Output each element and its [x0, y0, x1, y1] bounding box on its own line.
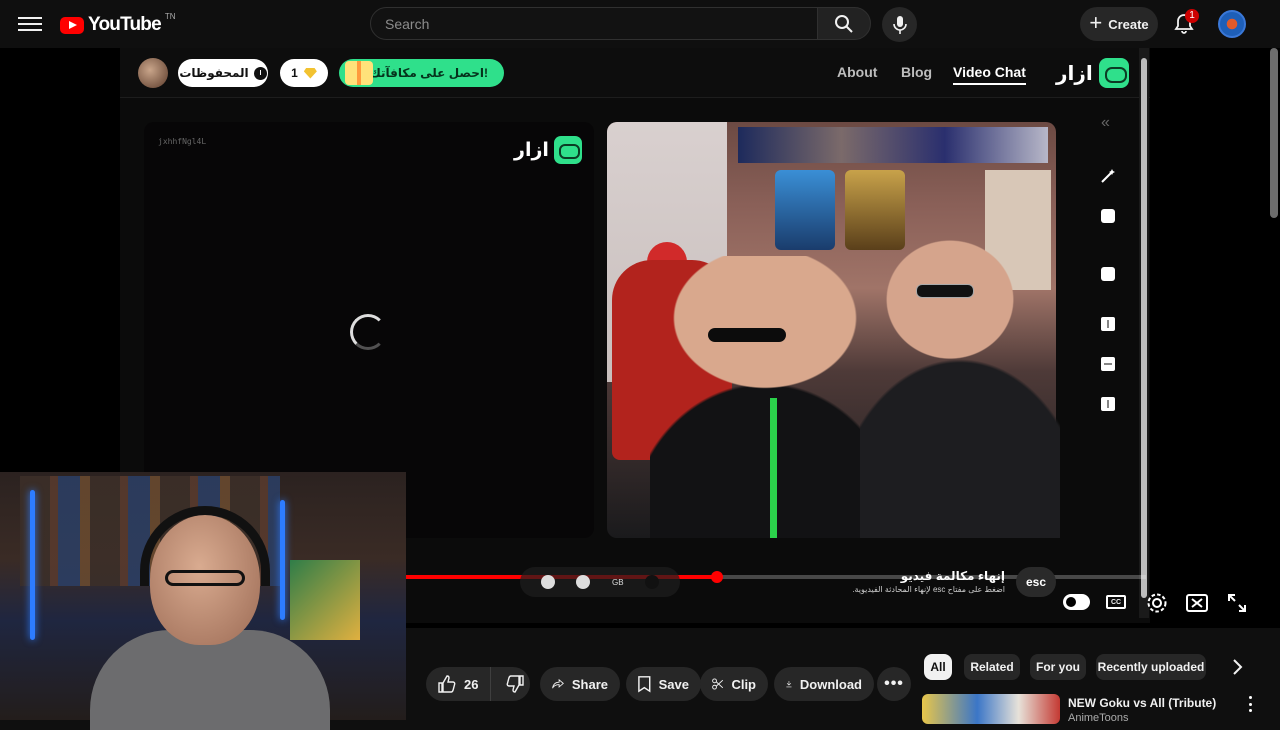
neon-light: [30, 490, 35, 640]
sunglasses: [916, 284, 974, 298]
clip-label: Clip: [731, 676, 756, 692]
scarves-banner: [738, 127, 1048, 163]
gem-icon: [303, 67, 317, 79]
face-filter-icon[interactable]: [1098, 206, 1118, 226]
more-horizontal-icon: •••: [884, 675, 904, 692]
search-input[interactable]: Search: [370, 7, 818, 40]
call-floating-bar: GB: [520, 567, 680, 597]
autoplay-toggle[interactable]: [1063, 594, 1090, 610]
miniplayer-icon[interactable]: [1186, 594, 1208, 612]
nav-about[interactable]: About: [837, 64, 877, 80]
azar-logo-icon: [1098, 58, 1129, 88]
stacked-view-icon[interactable]: [1098, 354, 1118, 374]
clip-button[interactable]: Clip: [700, 667, 768, 701]
streamer-body: [90, 630, 330, 730]
microphone-icon: [892, 15, 907, 34]
nav-blog[interactable]: Blog: [901, 64, 932, 80]
recommendation-menu-icon[interactable]: [1244, 696, 1256, 712]
download-label: Download: [799, 676, 862, 692]
split-view-icon[interactable]: [1098, 314, 1118, 334]
more-actions-button[interactable]: •••: [877, 667, 911, 701]
webcam-poster: [290, 560, 360, 640]
watermark-text: ازار: [514, 139, 549, 161]
account-avatar[interactable]: [1218, 10, 1246, 38]
country-label: GB: [612, 577, 624, 587]
download-button[interactable]: Download: [774, 667, 874, 701]
neon-light: [280, 500, 285, 620]
azar-user-avatar[interactable]: [138, 58, 168, 88]
watermark-icon: [553, 136, 582, 164]
voice-search-button[interactable]: [882, 7, 917, 42]
page-scrollbar[interactable]: [1270, 48, 1278, 218]
chip-recently-uploaded[interactable]: Recently uploaded: [1096, 654, 1206, 680]
video-watermark-logo: ازار: [514, 136, 582, 164]
gems-button[interactable]: 1: [280, 59, 328, 87]
scrubber-handle[interactable]: [711, 571, 723, 583]
chip-related[interactable]: Related: [964, 654, 1020, 680]
settings-gear-icon[interactable]: [1146, 592, 1168, 614]
notification-badge: 1: [1185, 9, 1199, 23]
plus-icon: +: [1089, 10, 1103, 35]
saved-button[interactable]: المحفوظات: [178, 59, 268, 87]
end-call-hint: اضغط على مفتاح esc لإنهاء المحادثة الفيد…: [852, 585, 1005, 594]
bookmark-icon: [638, 676, 651, 693]
rewards-label: احصل على مكافآتك!: [369, 66, 488, 80]
next-icon[interactable]: [645, 575, 660, 589]
chevron-right-icon[interactable]: [1226, 656, 1248, 678]
gems-count: 1: [291, 66, 298, 80]
grid-view-icon[interactable]: [1098, 394, 1118, 414]
thumbs-down-icon: [506, 675, 524, 693]
chat-icon[interactable]: [540, 575, 555, 589]
search-icon: [835, 14, 853, 33]
create-label: Create: [1108, 16, 1149, 32]
azar-logo[interactable]: ازار: [1056, 58, 1129, 88]
end-call-title: إنهاء مكالمة فيديو: [900, 569, 1005, 583]
card-poster: [775, 170, 835, 250]
person-left: [650, 256, 880, 538]
fullscreen-icon[interactable]: [1227, 593, 1247, 613]
loading-spinner-icon: [350, 314, 386, 350]
youtube-logo[interactable]: YouTube TN: [60, 11, 176, 36]
session-id: jxhhfNgl4L: [158, 137, 207, 146]
save-label: Save: [658, 676, 689, 692]
recommendation-channel[interactable]: AnimeToons: [1068, 712, 1129, 724]
card-poster: [845, 170, 905, 250]
download-icon: [786, 681, 792, 688]
like-count: 26: [464, 676, 479, 692]
site-scrollbar-thumb[interactable]: [1141, 58, 1147, 598]
youtube-play-icon: [60, 16, 84, 34]
scissors-icon: [712, 678, 724, 690]
azar-logo-text: ازار: [1056, 62, 1093, 85]
gift-icon: [345, 61, 373, 85]
nav-video-chat[interactable]: Video Chat: [953, 64, 1026, 85]
chip-for-you[interactable]: For you: [1030, 654, 1086, 680]
clock-icon: [253, 66, 267, 80]
menu-icon[interactable]: [18, 14, 42, 34]
like-button[interactable]: 26: [426, 667, 492, 701]
microphone-stand: [770, 398, 777, 538]
sunglasses: [708, 328, 786, 342]
share-button[interactable]: Share: [540, 667, 620, 701]
eyeglasses: [165, 570, 245, 586]
side-toolbar: [1086, 110, 1130, 440]
masthead: YouTube TN Search + Create 1: [0, 0, 1280, 48]
search-button[interactable]: [817, 7, 871, 40]
subtitles-icon[interactable]: CC: [1106, 595, 1126, 609]
region-code: TN: [164, 11, 176, 21]
saved-label: المحفوظات: [179, 66, 249, 80]
share-label: Share: [571, 676, 608, 692]
report-icon[interactable]: [576, 575, 591, 589]
dice-icon[interactable]: [1098, 264, 1118, 284]
like-dislike-group: 26: [426, 667, 530, 701]
youtube-logo-text: YouTube: [88, 14, 162, 35]
chip-all[interactable]: All: [924, 654, 952, 680]
thumbs-up-icon: [438, 675, 456, 693]
magic-wand-icon[interactable]: [1098, 166, 1118, 186]
save-button[interactable]: Save: [626, 667, 701, 701]
dislike-button[interactable]: [499, 667, 530, 701]
esc-button[interactable]: esc: [1016, 567, 1056, 597]
share-icon: [552, 678, 564, 689]
create-button[interactable]: + Create: [1080, 7, 1158, 41]
recommendation-title[interactable]: NEW Goku vs All (Tribute): [1068, 696, 1216, 710]
